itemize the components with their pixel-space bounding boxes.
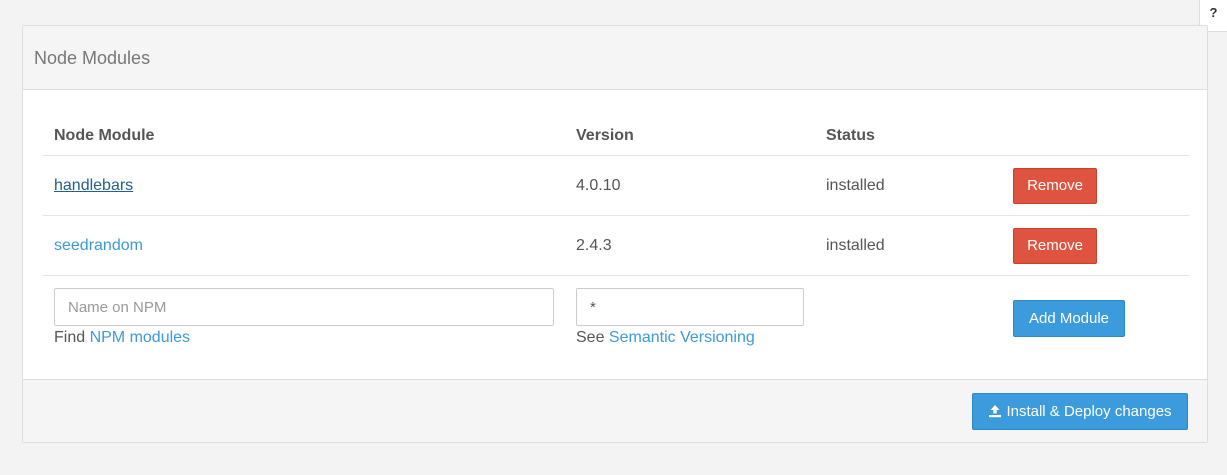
install-deploy-label: Install & Deploy changes — [1006, 403, 1172, 420]
column-header-version: Version — [576, 127, 634, 144]
module-status: installed — [826, 237, 885, 254]
install-deploy-button[interactable]: Install & Deploy changes — [972, 393, 1188, 430]
node-modules-panel: Node Modules Node Module Version Status … — [22, 25, 1208, 443]
semver-hint: See Semantic Versioning — [576, 328, 755, 348]
upload-icon — [989, 404, 1002, 417]
module-status: installed — [826, 177, 885, 194]
column-header-status: Status — [826, 127, 875, 144]
module-version: 4.0.10 — [576, 177, 621, 194]
semver-hint-prefix: See — [576, 329, 605, 346]
module-name-input[interactable] — [54, 288, 554, 326]
module-version: 2.4.3 — [576, 237, 612, 254]
panel-title: Node Modules — [23, 26, 1207, 90]
module-link-handlebars[interactable]: handlebars — [54, 177, 133, 194]
column-header-module: Node Module — [54, 127, 155, 144]
remove-button[interactable]: Remove — [1013, 228, 1097, 264]
npm-hint: Find NPM modules — [54, 328, 190, 348]
table-row: handlebars 4.0.10 installed Remove — [43, 156, 1189, 216]
module-link-seedrandom[interactable]: seedrandom — [54, 237, 143, 254]
semantic-versioning-link[interactable]: Semantic Versioning — [609, 329, 755, 346]
npm-modules-link[interactable]: NPM modules — [90, 329, 190, 346]
add-module-row: Find NPM modules See Semantic Versioning… — [43, 276, 1189, 380]
module-version-input[interactable] — [576, 288, 804, 326]
panel-footer: Install & Deploy changes — [23, 379, 1207, 442]
remove-button[interactable]: Remove — [1013, 168, 1097, 204]
npm-hint-prefix: Find — [54, 329, 86, 346]
modules-table: Node Module Version Status handlebars 4.… — [43, 116, 1189, 380]
table-row: seedrandom 2.4.3 installed Remove — [43, 216, 1189, 276]
add-module-button[interactable]: Add Module — [1013, 300, 1125, 337]
table-header-row: Node Module Version Status — [43, 116, 1189, 156]
